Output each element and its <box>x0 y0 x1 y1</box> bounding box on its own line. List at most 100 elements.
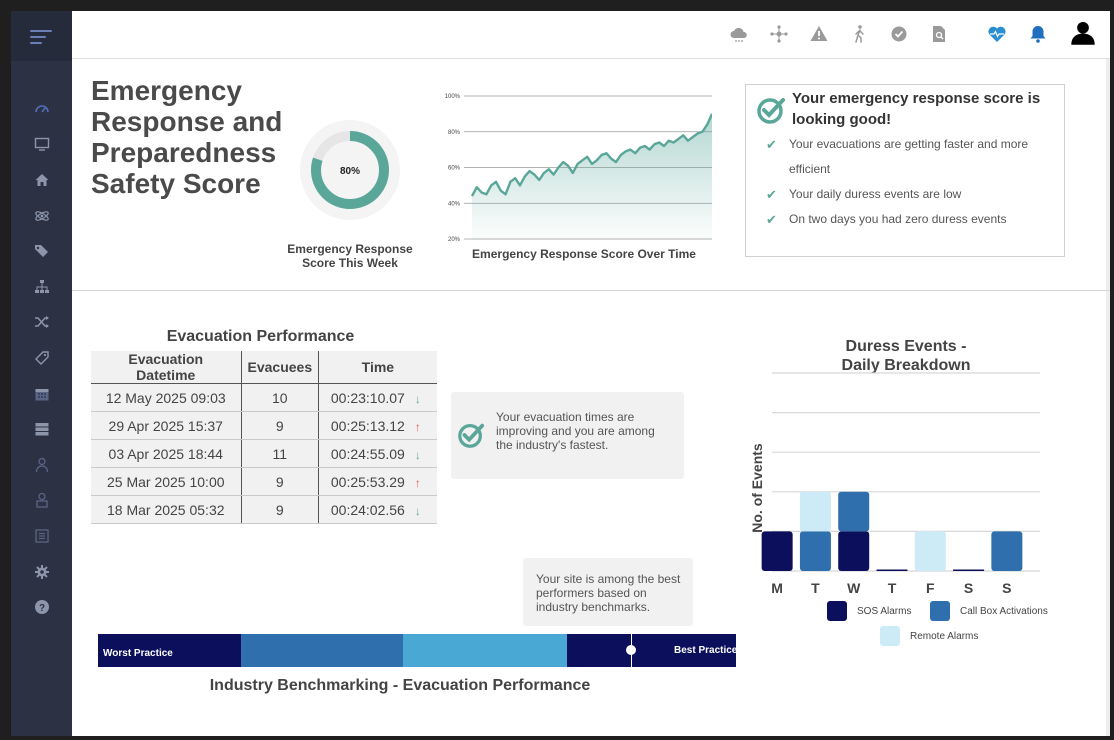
sidebar-header <box>11 11 72 61</box>
home-icon[interactable] <box>11 162 72 198</box>
check-badge-icon <box>458 423 485 448</box>
user-lock-icon[interactable] <box>11 483 72 519</box>
walking-person-icon[interactable] <box>848 23 870 45</box>
arrow-down-icon: ↓ <box>414 447 421 462</box>
table-cell: 00:24:55.09 ↓ <box>318 439 437 468</box>
evacuation-time: 00:24:55.09 <box>330 445 405 462</box>
score-percent: 80% <box>340 166 360 177</box>
person-icon[interactable] <box>11 447 72 483</box>
summary-item-text: Your daily duress events are low <box>789 187 962 201</box>
arrow-up-icon: ↑ <box>414 419 421 434</box>
score-donut: 80% <box>300 120 400 220</box>
arrow-down-icon: ↓ <box>414 391 421 406</box>
summary-heading: Your emergency response score is looking… <box>792 90 1041 128</box>
benchmark-title: Industry Benchmarking - Evacuation Perfo… <box>209 677 591 694</box>
column-header[interactable]: Time <box>318 351 437 384</box>
legend-label: SOS Alarms <box>857 606 911 617</box>
table-cell: 00:25:13.12 ↑ <box>318 411 437 440</box>
bar-segment <box>838 491 870 532</box>
duress-events-chart: Duress Events - Daily Breakdown No. of Eve… <box>749 338 1048 646</box>
line-chart-caption: Emergency Response Score Over Time <box>472 247 696 261</box>
x-tick-label: T <box>811 580 820 596</box>
summary-list: ✔ Your evacuations are getting faster and… <box>766 132 1056 232</box>
bar-segment <box>761 531 793 571</box>
arrow-up-icon: ↑ <box>414 475 421 490</box>
warning-icon[interactable] <box>808 23 830 45</box>
bell-icon[interactable] <box>1027 23 1049 45</box>
table-cell: 11 <box>241 439 320 468</box>
user-icon[interactable] <box>1070 20 1096 46</box>
summary-item: ✔ Your evacuations are getting faster and… <box>766 132 1056 182</box>
tags-icon[interactable] <box>11 233 72 269</box>
table-row: 12 May 2025 09:03 10 00:23:10.07 ↓ <box>91 383 437 412</box>
summary-item: ✔ On two days you had zero duress events <box>766 207 1056 232</box>
table-row: 03 Apr 2025 18:44 11 00:24:55.09 ↓ <box>91 439 437 468</box>
monitor-icon[interactable] <box>11 127 72 163</box>
score-caption: Emergency Response Score This Week <box>287 242 413 270</box>
table-cell: 9 <box>241 467 320 496</box>
bar-segment <box>914 531 946 571</box>
legend-swatch <box>827 601 847 621</box>
y-tick-label: 80% <box>448 130 461 136</box>
tag-icon[interactable] <box>11 340 72 376</box>
calendar-icon[interactable] <box>11 376 72 412</box>
worst-practice-label: Worst Practice <box>103 648 173 659</box>
benchmark-note-text: Your site is among the best performers b… <box>536 572 681 614</box>
server-icon[interactable] <box>11 411 72 447</box>
bar-segment <box>799 491 831 532</box>
gear-icon[interactable] <box>11 554 72 590</box>
check-icon: ✔ <box>766 137 777 152</box>
score-area <box>472 113 712 239</box>
check-icon: ✔ <box>766 187 777 202</box>
sidebar-nav: ? <box>11 91 72 625</box>
column-header[interactable]: Evacuation Datetime <box>91 351 242 384</box>
hamburger-menu-icon[interactable] <box>30 30 52 44</box>
network-icon[interactable] <box>768 23 790 45</box>
bar-chart-title: Duress Events - <box>846 338 967 355</box>
scrollbar[interactable] <box>1106 59 1110 736</box>
table-cell: 10 <box>241 383 320 412</box>
shuffle-icon[interactable] <box>11 305 72 341</box>
speedometer-icon[interactable] <box>11 91 72 127</box>
benchmark-note: Your site is among the best performers b… <box>523 558 693 626</box>
bar-segment <box>953 569 985 571</box>
heart-pulse-icon[interactable] <box>986 23 1008 45</box>
table-cell: 12 May 2025 09:03 <box>91 383 242 412</box>
table-cell: 00:24:02.56 ↓ <box>318 495 437 524</box>
table-cell: 29 Apr 2025 15:37 <box>91 411 242 440</box>
benchmark-segment-mid <box>403 634 567 667</box>
atom-icon[interactable] <box>11 198 72 234</box>
evacuation-title: Evacuation Performance <box>166 328 355 345</box>
summary-card: Your emergency response score is looking… <box>745 84 1065 257</box>
bar-chart-title: Daily Breakdown <box>842 357 971 374</box>
score-over-time-chart: 100% 80% 60% 40% 20% Emergency Response Score… <box>445 94 712 261</box>
table-cell: 03 Apr 2025 18:44 <box>91 439 242 468</box>
y-tick-label: 60% <box>448 166 461 172</box>
sitemap-icon[interactable] <box>11 269 72 305</box>
evacuation-time: 00:24:02.56 <box>330 501 405 518</box>
check-circle-icon[interactable] <box>888 23 910 45</box>
cloud-icon[interactable] <box>728 23 750 45</box>
column-header[interactable]: Evacuees <box>241 351 320 384</box>
x-tick-label: S <box>1002 580 1011 596</box>
y-tick-label: 20% <box>448 237 461 243</box>
main-content: Emergency Response and Preparedness Safe… <box>72 11 1110 736</box>
list-icon[interactable] <box>11 518 72 554</box>
app-window: ? Emergency Response and Preparedness Sa… <box>11 11 1110 736</box>
document-search-icon[interactable] <box>928 23 950 45</box>
help-icon[interactable]: ? <box>11 589 72 625</box>
sidebar: ? <box>11 11 72 736</box>
legend-swatch <box>880 626 900 646</box>
site-position-dot <box>625 645 636 655</box>
section-divider <box>72 290 1110 291</box>
bar-segment <box>991 531 1023 571</box>
x-tick-label: F <box>926 580 935 596</box>
table-row: 25 Mar 2025 10:00 9 00:25:53.29 ↑ <box>91 467 437 496</box>
best-practice-label: Best Practice <box>674 645 738 656</box>
evacuation-table: Evacuation Datetime Evacuees Time 12 May 2… <box>91 351 437 524</box>
table-row: 29 Apr 2025 15:37 9 00:25:13.12 ↑ <box>91 411 437 440</box>
table-cell: 18 Mar 2025 05:32 <box>91 495 242 524</box>
bar-segment <box>799 531 831 571</box>
legend-swatch <box>930 601 950 621</box>
page-title: Emergency Response and Preparedness Safe… <box>91 75 283 199</box>
